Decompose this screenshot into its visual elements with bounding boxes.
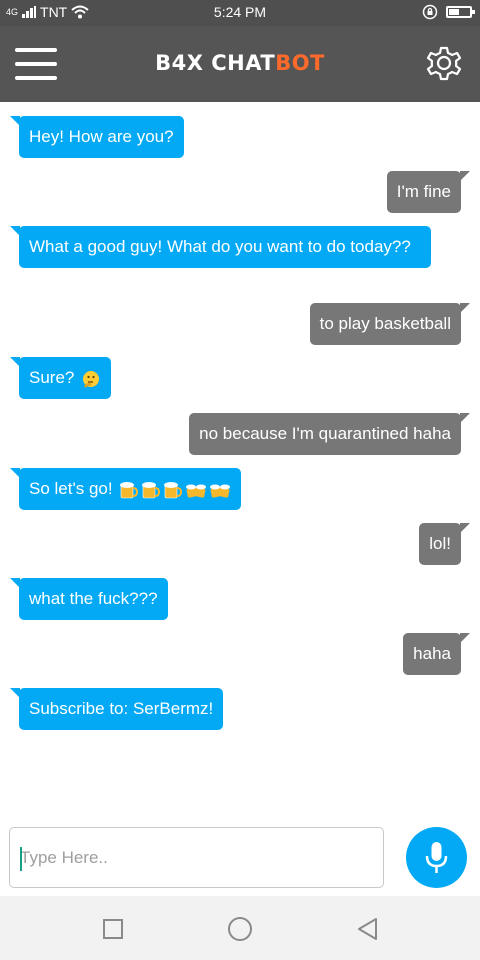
message-text: no because I'm quarantined haha: [199, 424, 451, 443]
user-message: haha: [403, 633, 470, 675]
recents-button[interactable]: [100, 916, 126, 942]
chat-list[interactable]: Hey! How are you? I'm fine What a good g…: [0, 102, 480, 812]
system-nav-bar: [0, 896, 480, 960]
bot-message: Hey! How are you?: [10, 116, 184, 158]
status-bar: 4G TNT 5:24 PM: [0, 0, 480, 26]
rotation-lock-icon: [422, 4, 438, 20]
battery-icon: [446, 6, 475, 18]
beer-mugs-icon: [120, 481, 231, 498]
message-text: Hey! How are you?: [29, 127, 174, 146]
user-message: lol!: [419, 523, 470, 565]
bot-message: What a good guy! What do you want to do …: [10, 226, 431, 268]
app-bar: B4X CHATBOT: [0, 26, 480, 102]
back-button[interactable]: [355, 916, 381, 942]
triangle-back-icon: [358, 918, 377, 940]
text-caret: [20, 847, 22, 871]
status-time: 5:24 PM: [213, 4, 267, 20]
message-text: I'm fine: [396, 182, 451, 201]
message-text: lol!: [429, 534, 451, 553]
app-title-accent: BOT: [275, 51, 325, 75]
message-text: So let's go!: [29, 479, 113, 498]
message-text: Sure?: [29, 368, 75, 387]
microphone-icon: [425, 842, 448, 873]
mic-button[interactable]: [406, 827, 467, 888]
circle-home-icon: [228, 917, 252, 941]
thinking-face-icon: [83, 370, 100, 388]
user-message: no because I'm quarantined haha: [189, 413, 470, 455]
bot-message: Sure?: [9, 357, 112, 399]
message-input[interactable]: [10, 828, 383, 887]
status-right: [422, 4, 475, 20]
gear-icon: [426, 46, 462, 81]
bot-message: Subscribe to: SerBermz!: [9, 688, 224, 730]
bot-message: what the fuck???: [10, 578, 168, 620]
user-message: to play basketball: [309, 303, 471, 345]
message-input-container: [9, 827, 384, 888]
square-recents-icon: [103, 919, 123, 939]
home-button[interactable]: [227, 916, 253, 942]
message-text: Subscribe to: SerBermz!: [29, 699, 214, 718]
app-title-main: B4X CHAT: [155, 51, 276, 75]
bot-message: So let's go!: [9, 468, 242, 510]
settings-button[interactable]: [422, 42, 466, 86]
message-text: to play basketball: [319, 314, 451, 333]
app-title: B4X CHATBOT: [0, 51, 480, 75]
user-message: I'm fine: [386, 171, 471, 213]
message-text: haha: [413, 644, 451, 663]
message-text: what the fuck???: [29, 589, 158, 608]
message-text: What a good guy! What do you want to do …: [29, 237, 411, 256]
